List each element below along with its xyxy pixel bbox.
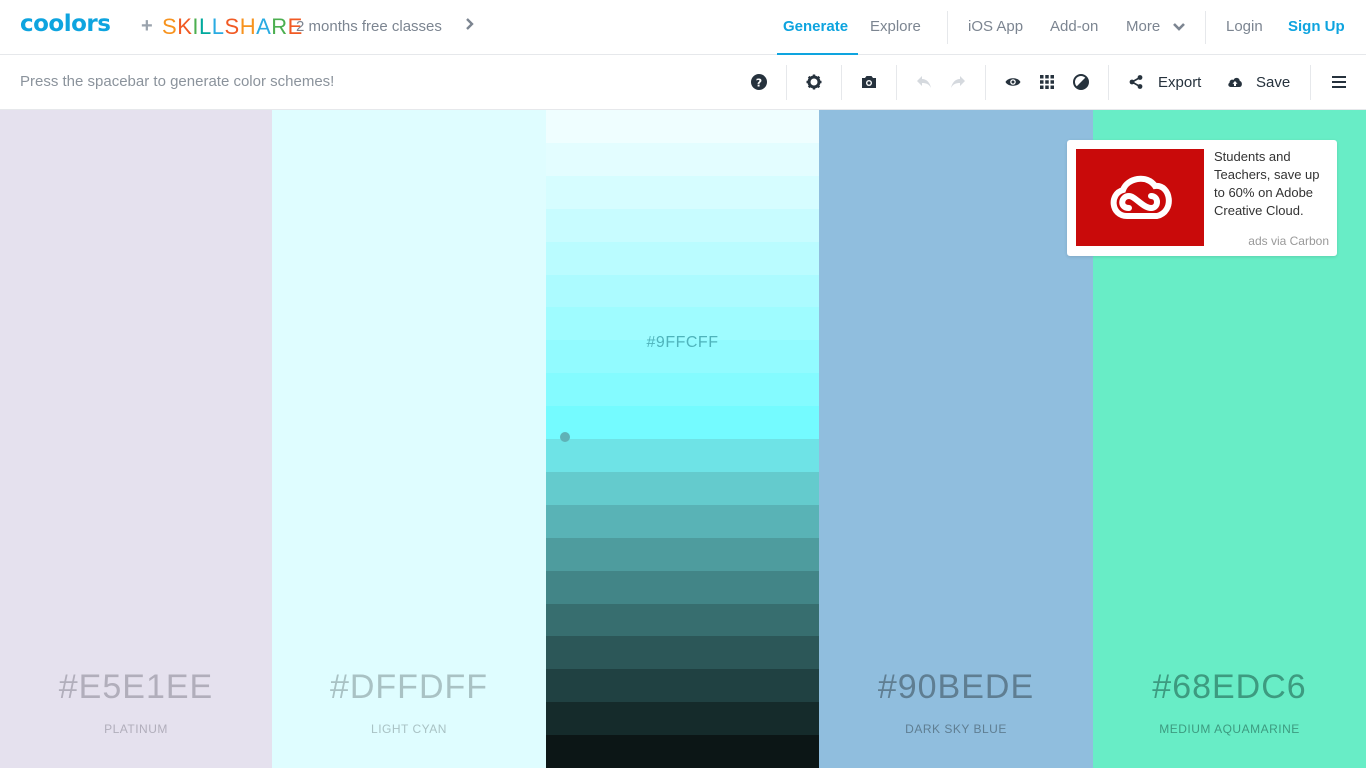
skillshare-logo[interactable]: SKILLSHARE: [162, 14, 303, 40]
shade-swatch[interactable]: [546, 241, 819, 275]
toolbar: Press the spacebar to generate color sch…: [0, 56, 1366, 110]
shade-swatch[interactable]: [546, 504, 819, 539]
toolbar-divider: [786, 65, 787, 100]
shade-swatch[interactable]: [546, 471, 819, 506]
coolors-logo[interactable]: coolors: [20, 11, 111, 37]
skillshare-letter: I: [192, 14, 199, 39]
spacebar-hint: Press the spacebar to generate color sch…: [20, 73, 335, 90]
color-column-platinum[interactable]: #E5E1EE PLATINUM: [0, 110, 272, 768]
color-name[interactable]: LIGHT CYAN: [272, 722, 546, 736]
toolbar-divider: [985, 65, 986, 100]
skillshare-letter: L: [199, 14, 212, 39]
shade-swatch[interactable]: [546, 274, 819, 308]
nav-generate[interactable]: Generate: [783, 18, 848, 35]
skillshare-letter: A: [256, 14, 272, 39]
color-hex[interactable]: #E5E1EE: [0, 668, 272, 707]
settings-icon[interactable]: [804, 72, 824, 92]
toolbar-divider: [841, 65, 842, 100]
promo-link[interactable]: 2 months free classes: [296, 18, 442, 35]
shade-swatch[interactable]: [546, 702, 819, 736]
nav-explore[interactable]: Explore: [870, 18, 921, 35]
nav-divider: [947, 11, 948, 44]
menu-icon[interactable]: [1329, 72, 1349, 92]
share-icon[interactable]: [1126, 72, 1146, 92]
shades-column[interactable]: #9FFCFF: [546, 110, 819, 768]
shade-swatch[interactable]: [546, 570, 819, 604]
nav-ios-app[interactable]: iOS App: [968, 18, 1023, 35]
view-icon[interactable]: [1003, 72, 1023, 92]
shade-swatch[interactable]: [546, 439, 819, 473]
nav-signup[interactable]: Sign Up: [1288, 18, 1345, 35]
nav-divider: [1205, 11, 1206, 44]
shade-swatch[interactable]: [546, 669, 819, 703]
chevron-down-icon[interactable]: [1172, 20, 1186, 38]
skillshare-letter: S: [162, 14, 178, 39]
skillshare-letter: L: [211, 14, 225, 39]
plus-sign: +: [141, 15, 153, 37]
color-column-dark-sky-blue[interactable]: #90BEDE DARK SKY BLUE: [819, 110, 1093, 768]
current-shade-marker: [560, 432, 570, 442]
nav-addon[interactable]: Add-on: [1050, 18, 1098, 35]
toolbar-divider: [1108, 65, 1109, 100]
shade-swatch[interactable]: [546, 142, 819, 177]
nav-more[interactable]: More: [1126, 18, 1160, 35]
color-column-light-cyan[interactable]: #DFFDFF LIGHT CYAN: [272, 110, 546, 768]
color-hex[interactable]: #90BEDE: [819, 668, 1093, 707]
toolbar-divider: [896, 65, 897, 100]
camera-icon[interactable]: [859, 72, 879, 92]
top-navigation: coolors + SKILLSHARE 2 months free class…: [0, 0, 1366, 55]
skillshare-letter: H: [239, 14, 257, 39]
ad-attribution[interactable]: ads via Carbon: [1248, 234, 1329, 248]
active-tab-indicator: [777, 53, 858, 55]
skillshare-letter: K: [177, 14, 193, 39]
shade-swatch[interactable]: [546, 735, 819, 768]
shade-swatch[interactable]: [546, 537, 819, 572]
save-button[interactable]: Save: [1256, 74, 1290, 91]
help-icon[interactable]: ?: [749, 72, 769, 92]
shade-swatch[interactable]: [546, 406, 819, 440]
skillshare-letter: R: [271, 14, 288, 39]
redo-icon[interactable]: [948, 72, 968, 92]
grid-icon[interactable]: [1037, 72, 1057, 92]
shade-swatch[interactable]: [546, 208, 819, 243]
shade-swatch[interactable]: [546, 175, 819, 210]
shade-swatch[interactable]: [546, 110, 819, 144]
selected-shade-hex[interactable]: #9FFCFF: [546, 334, 819, 352]
color-name[interactable]: PLATINUM: [0, 722, 272, 736]
color-hex[interactable]: #DFFDFF: [272, 668, 546, 707]
export-button[interactable]: Export: [1158, 74, 1201, 91]
carbon-ad[interactable]: Students and Teachers, save up to 60% on…: [1067, 140, 1337, 256]
upload-cloud-icon[interactable]: [1225, 72, 1245, 92]
color-name[interactable]: MEDIUM AQUAMARINE: [1093, 722, 1366, 736]
shade-swatch[interactable]: [546, 373, 819, 407]
undo-icon[interactable]: [914, 72, 934, 92]
ad-copy[interactable]: Students and Teachers, save up to 60% on…: [1214, 148, 1330, 220]
contrast-icon[interactable]: [1071, 72, 1091, 92]
adobe-creative-cloud-logo[interactable]: [1076, 149, 1204, 246]
nav-login[interactable]: Login: [1226, 18, 1263, 35]
skillshare-letter: S: [224, 14, 240, 39]
color-name[interactable]: DARK SKY BLUE: [819, 722, 1093, 736]
shade-swatch[interactable]: [546, 636, 819, 670]
chevron-right-icon[interactable]: [465, 17, 475, 35]
color-hex[interactable]: #68EDC6: [1093, 668, 1366, 707]
toolbar-divider: [1310, 65, 1311, 100]
shade-swatch[interactable]: [546, 603, 819, 637]
svg-text:?: ?: [756, 77, 762, 90]
